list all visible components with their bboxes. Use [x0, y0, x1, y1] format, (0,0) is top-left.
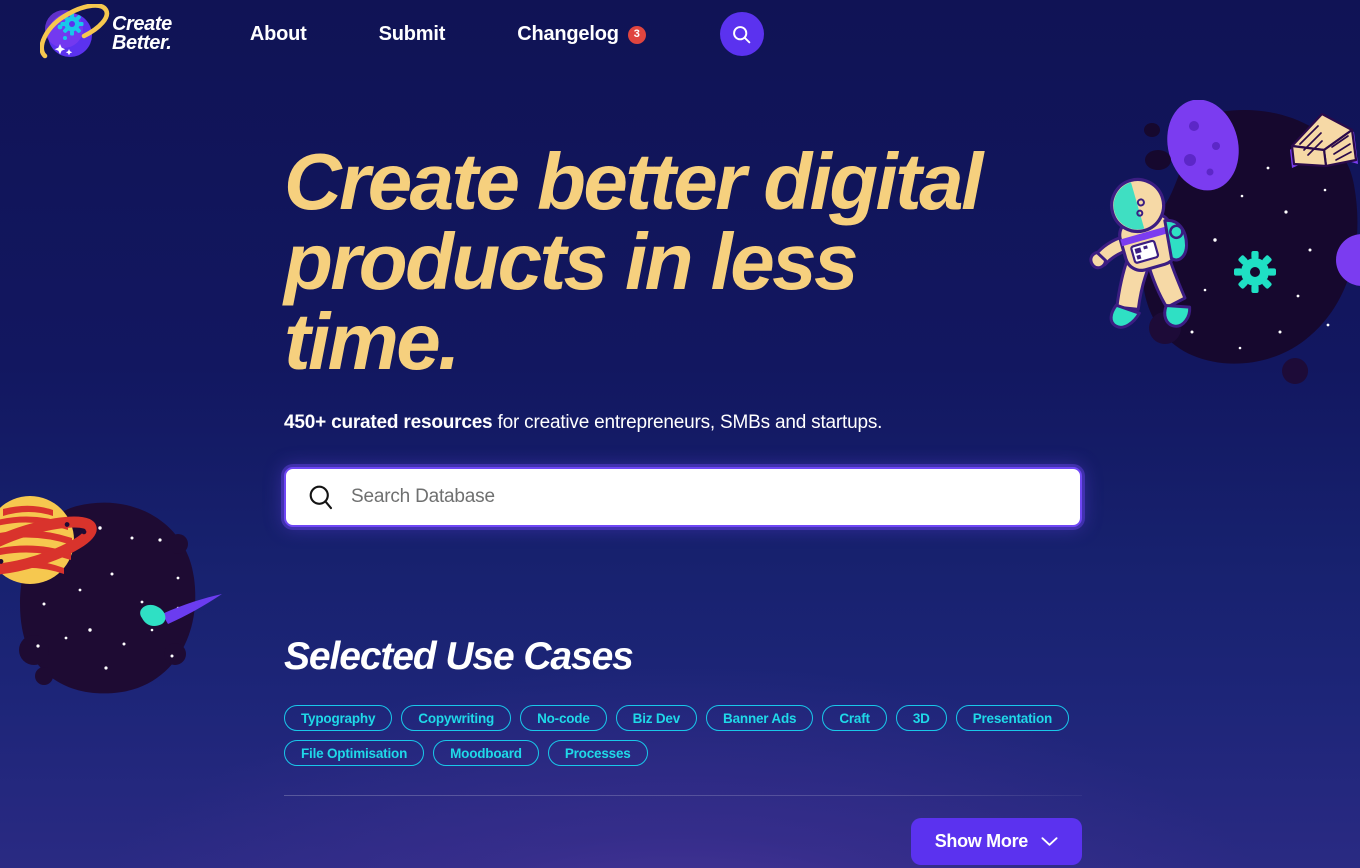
nav-item-about[interactable]: About: [214, 23, 343, 46]
use-case-tag[interactable]: Craft: [822, 705, 887, 731]
search-database-box[interactable]: [284, 467, 1082, 527]
use-case-tag[interactable]: Processes: [547, 740, 648, 766]
nav-item-submit[interactable]: Submit: [343, 23, 482, 46]
use-cases-title: Selected Use Cases: [284, 635, 634, 678]
nav-item-changelog-label: Changelog: [517, 22, 619, 45]
show-more-label: Show More: [934, 831, 1029, 851]
use-case-tag[interactable]: Typography: [284, 705, 393, 731]
use-case-tag[interactable]: File Optimisation: [284, 740, 425, 766]
use-case-tag[interactable]: Copywriting: [401, 705, 512, 731]
use-case-tag[interactable]: 3D: [895, 705, 947, 731]
search-database-input[interactable]: [351, 469, 1058, 525]
planet-logo-icon: [40, 4, 110, 59]
search-icon: [733, 25, 751, 43]
header-search-button[interactable]: [719, 12, 764, 56]
hero-subheadline-rest: for creative entrepreneurs, SMBs and sta…: [492, 412, 883, 433]
logo-wordmark-line2: Better.: [112, 32, 172, 54]
changelog-count-badge: 3: [627, 25, 646, 44]
site-header: Create Better. About Submit Changelog 3: [0, 0, 1360, 68]
search-icon: [309, 485, 333, 509]
hero-subheadline-strong: 450+ curated resources: [284, 412, 493, 433]
use-case-tag[interactable]: No-code: [520, 705, 607, 731]
hero-subheadline: 450+ curated resources for creative entr…: [284, 412, 1360, 434]
use-case-tag-list: Typography Copywriting No-code Biz Dev B…: [284, 705, 1084, 766]
nav-item-submit-label: Submit: [378, 22, 446, 45]
use-case-tag[interactable]: Moodboard: [433, 740, 539, 766]
main-navigation: About Submit Changelog 3: [214, 12, 764, 56]
section-divider: [284, 795, 1082, 796]
use-cases-actions: Show More: [284, 818, 1082, 865]
hero-headline-line2: products in less time.: [284, 217, 858, 386]
nav-item-about-label: About: [249, 22, 307, 45]
use-case-tag[interactable]: Banner Ads: [706, 705, 814, 731]
hero-headline-line1: Create better digital: [284, 137, 983, 226]
nav-item-changelog[interactable]: Changelog 3: [481, 23, 682, 46]
use-case-tag[interactable]: Biz Dev: [615, 705, 698, 731]
hero-headline: Create better digital products in less t…: [284, 142, 1044, 382]
main-content: Create better digital products in less t…: [0, 142, 1360, 865]
site-logo[interactable]: Create Better.: [40, 4, 172, 64]
logo-wordmark: Create Better.: [112, 14, 172, 54]
use-case-tag[interactable]: Presentation: [955, 705, 1070, 731]
chevron-down-icon: [1041, 837, 1058, 846]
show-more-button[interactable]: Show More: [910, 818, 1082, 865]
